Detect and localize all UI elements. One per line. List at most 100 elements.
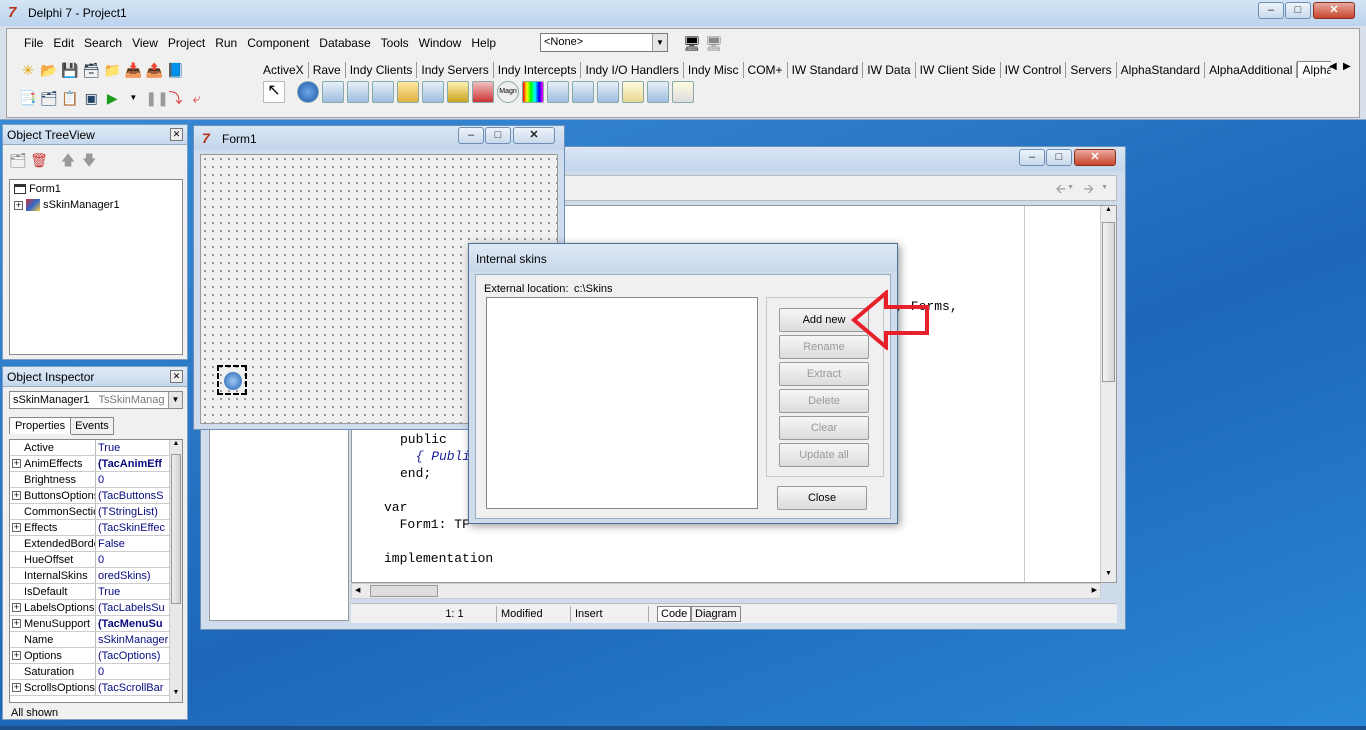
- chevron-down-icon[interactable]: ▼: [652, 34, 667, 51]
- desktop-combo[interactable]: <None> ▼: [540, 33, 668, 52]
- code-vscroll[interactable]: ▲ ▼: [1100, 206, 1116, 582]
- property-value[interactable]: (TStringList): [96, 504, 170, 519]
- property-value[interactable]: (TacButtonsS: [96, 488, 170, 503]
- tab-diagram[interactable]: Diagram: [691, 606, 741, 622]
- open-project-icon[interactable]: 📁: [103, 61, 121, 79]
- save-component-icon[interactable]: [422, 81, 444, 103]
- property-row[interactable]: + Effects (TacSkinEffec: [10, 520, 170, 536]
- help-book-icon[interactable]: 📘: [166, 61, 184, 79]
- code-line[interactable]: var: [384, 499, 407, 516]
- palette-scroll-left-icon[interactable]: ◀: [1329, 61, 1337, 72]
- delete-button[interactable]: Delete: [779, 389, 869, 413]
- run-icon[interactable]: ▶: [103, 89, 121, 107]
- menu-edit[interactable]: Edit: [48, 34, 79, 52]
- clear-button[interactable]: Clear: [779, 416, 869, 440]
- set-debug-desktop-icon[interactable]: 🖥: [705, 34, 723, 52]
- editor-close-button[interactable]: ✕: [1074, 149, 1116, 166]
- property-row[interactable]: Saturation 0: [10, 664, 170, 680]
- property-value[interactable]: True: [96, 584, 170, 599]
- scroll-right-icon[interactable]: ▶: [1092, 586, 1097, 594]
- property-row[interactable]: + LabelsOptions (TacLabelsSu: [10, 600, 170, 616]
- property-scrollbar[interactable]: ▲ ▼: [169, 440, 182, 702]
- save-all-icon[interactable]: 🗃: [82, 61, 100, 79]
- expand-plus-icon[interactable]: +: [12, 523, 21, 532]
- palette-tab[interactable]: AlphaStandard: [1117, 62, 1206, 78]
- skins-list[interactable]: [486, 297, 758, 509]
- palette-tab[interactable]: Indy Servers: [417, 62, 494, 78]
- add-file-icon[interactable]: 📥: [124, 61, 142, 79]
- code-hscroll[interactable]: ◀ ▶: [351, 583, 1101, 599]
- maximize-button[interactable]: □: [1285, 2, 1311, 19]
- palette-tab[interactable]: IW Client Side: [916, 62, 1001, 78]
- palette-tab[interactable]: IW Data: [863, 62, 916, 78]
- expand-plus-icon[interactable]: +: [12, 459, 21, 468]
- tab-code[interactable]: Code: [657, 606, 692, 622]
- scroll-up-icon[interactable]: ▲: [1101, 206, 1116, 220]
- provider-component-icon[interactable]: [322, 81, 344, 103]
- property-value[interactable]: (TacSkinEffec: [96, 520, 170, 535]
- property-row[interactable]: InternalSkins oredSkins): [10, 568, 170, 584]
- scroll-left-icon[interactable]: ◀: [355, 586, 360, 594]
- save-icon[interactable]: 💾: [61, 61, 79, 79]
- scroll-down-icon[interactable]: ▼: [170, 689, 182, 702]
- folder-component-icon[interactable]: [397, 81, 419, 103]
- palette-tab[interactable]: ActiveX: [259, 62, 309, 78]
- extract-button[interactable]: Extract: [779, 362, 869, 386]
- property-value[interactable]: (TacOptions): [96, 648, 170, 663]
- property-value[interactable]: (TacAnimEff: [96, 456, 170, 471]
- property-value[interactable]: sSkinManager: [96, 632, 170, 647]
- minimize-button[interactable]: –: [1258, 2, 1284, 19]
- menu-tools[interactable]: Tools: [376, 34, 414, 52]
- property-row[interactable]: CommonSectio (TStringList): [10, 504, 170, 520]
- steps-component-icon[interactable]: [572, 81, 594, 103]
- property-value[interactable]: 0: [96, 664, 170, 679]
- trace-into-icon[interactable]: ⤵: [166, 89, 184, 107]
- open-icon[interactable]: 📂: [40, 61, 58, 79]
- palette-tab[interactable]: Indy I/O Handlers: [581, 62, 684, 78]
- property-value[interactable]: 0: [96, 472, 170, 487]
- window-component-icon[interactable]: [597, 81, 619, 103]
- menu-help[interactable]: Help: [466, 34, 501, 52]
- tree-item-form1[interactable]: Form1: [14, 182, 61, 196]
- color-component-icon[interactable]: [522, 81, 544, 103]
- property-value[interactable]: oredSkins): [96, 568, 170, 583]
- menu-file[interactable]: File: [19, 34, 48, 52]
- property-row[interactable]: + ScrollsOptions (TacScrollBar: [10, 680, 170, 696]
- delete-item-icon[interactable]: 🗑: [30, 151, 48, 169]
- editor-maximize-button[interactable]: □: [1046, 149, 1072, 166]
- expand-plus-icon[interactable]: +: [12, 619, 21, 628]
- close-icon[interactable]: ✕: [170, 128, 183, 141]
- property-value[interactable]: False: [96, 536, 170, 551]
- expand-plus-icon[interactable]: +: [12, 603, 21, 612]
- property-row[interactable]: + MenuSupport (TacMenuSu: [10, 616, 170, 632]
- list-component-icon[interactable]: [547, 81, 569, 103]
- forward-icon[interactable]: 🡪: [1083, 180, 1094, 202]
- property-value[interactable]: (TacLabelsSu: [96, 600, 170, 615]
- palette-tab[interactable]: Rave: [309, 62, 346, 78]
- back-dropdown-icon[interactable]: ▼: [1067, 184, 1074, 191]
- inspector-object-combo[interactable]: sSkinManager1 TsSkinManag ▼: [9, 391, 183, 409]
- frame-adapter-component-icon[interactable]: [347, 81, 369, 103]
- expand-plus-icon[interactable]: +: [12, 651, 21, 660]
- editor-minimize-button[interactable]: –: [1019, 149, 1045, 166]
- menu-window[interactable]: Window: [414, 34, 467, 52]
- title-bar-component-icon[interactable]: [647, 81, 669, 103]
- chevron-down-icon[interactable]: ▼: [168, 392, 182, 408]
- palette-tab[interactable]: COM+: [744, 62, 788, 78]
- expand-plus-icon[interactable]: +: [12, 491, 21, 500]
- property-row[interactable]: + ButtonsOptions (TacButtonsS: [10, 488, 170, 504]
- property-value[interactable]: 0: [96, 552, 170, 567]
- code-line[interactable]: Form1: TF: [384, 516, 470, 533]
- toggle-form-unit-icon[interactable]: 📋: [61, 89, 79, 107]
- image-component-icon[interactable]: [447, 81, 469, 103]
- property-row[interactable]: Active True: [10, 440, 170, 456]
- new-form-icon[interactable]: ▣: [82, 89, 100, 107]
- property-value[interactable]: (TacMenuSu: [96, 616, 170, 631]
- skin-manager-component[interactable]: [217, 365, 247, 395]
- code-line[interactable]: end;: [400, 465, 431, 482]
- disk-component-icon[interactable]: [472, 81, 494, 103]
- property-value[interactable]: True: [96, 440, 170, 455]
- property-row[interactable]: Name sSkinManager: [10, 632, 170, 648]
- scroll-thumb[interactable]: [1102, 222, 1115, 382]
- tree-item-skinmanager[interactable]: + sSkinManager1: [14, 198, 120, 212]
